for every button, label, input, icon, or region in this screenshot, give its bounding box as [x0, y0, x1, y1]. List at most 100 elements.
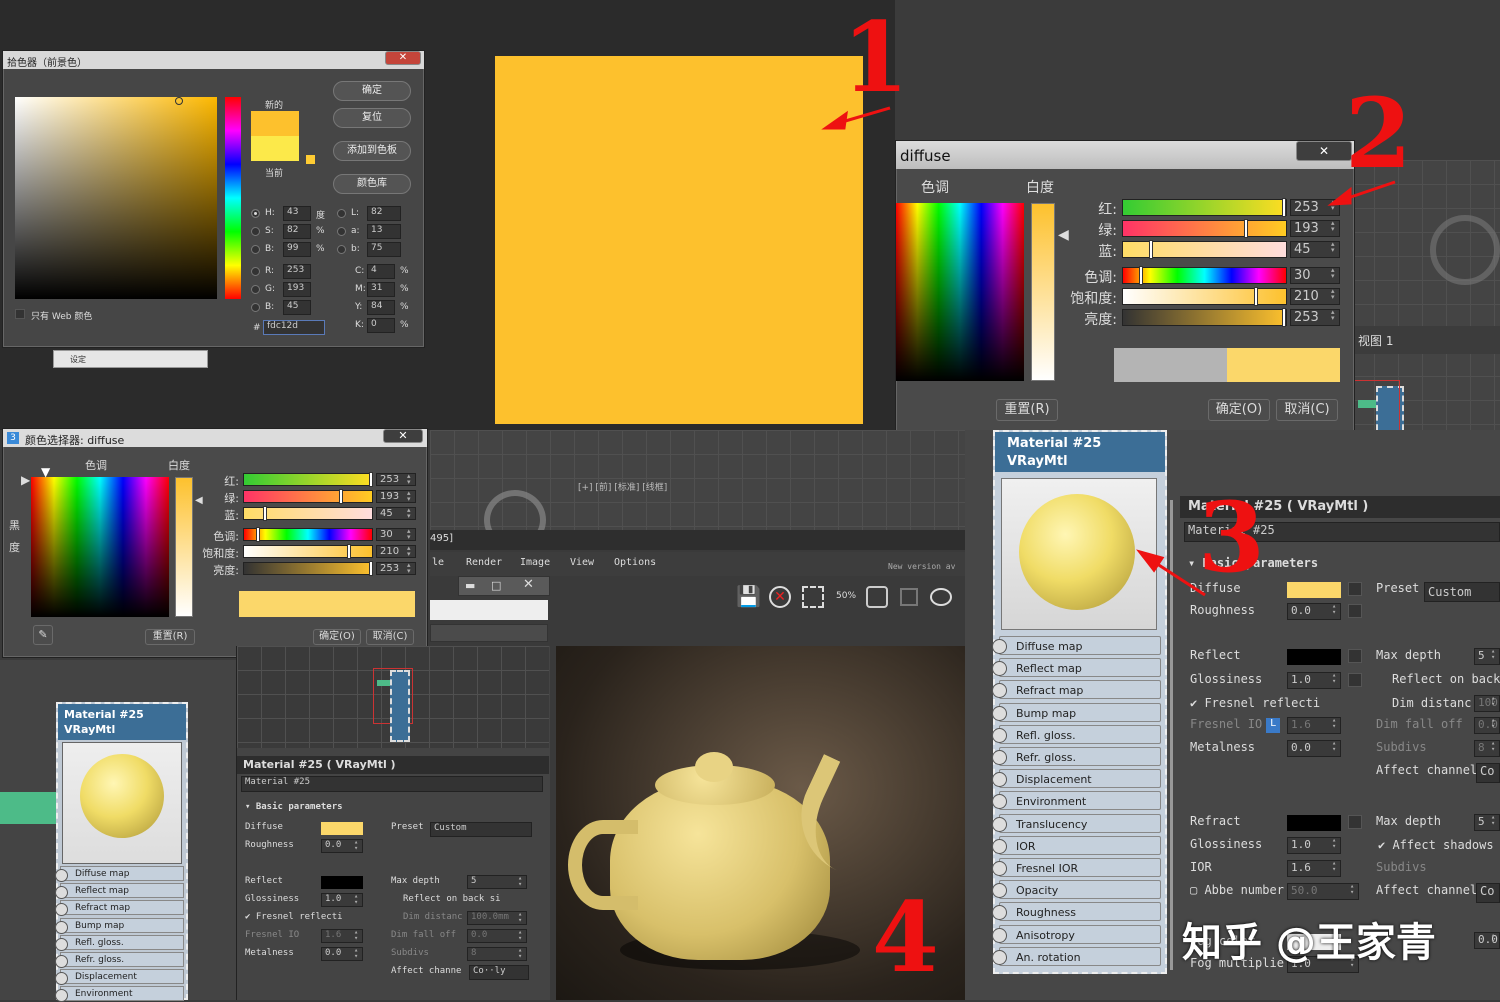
close-icon[interactable]: ✕: [383, 429, 423, 443]
blue-field[interactable]: 45: [283, 300, 311, 315]
slot-bump-map[interactable]: Bump map: [992, 702, 1161, 722]
slider-value-spinner[interactable]: 193: [1290, 220, 1340, 237]
slot-fresnel-ior[interactable]: Fresnel IOR: [992, 858, 1161, 877]
affect-shadows-label[interactable]: ✔ Affect shadows: [1378, 838, 1494, 852]
lab-b-radio[interactable]: [337, 245, 346, 254]
slot-refl-gloss[interactable]: Refl. gloss.: [992, 724, 1161, 744]
material-name-field[interactable]: Material #25: [241, 776, 543, 792]
menu-item-image[interactable]: Image: [520, 557, 550, 568]
diffuse-swatch[interactable]: [321, 822, 363, 835]
color-slider[interactable]: [243, 528, 373, 541]
slot-refract-map[interactable]: Refract map: [55, 900, 184, 917]
region-render-icon[interactable]: [802, 586, 824, 608]
a-field[interactable]: 13: [367, 224, 401, 239]
y-field[interactable]: 84: [367, 300, 395, 315]
slot-diffuse-map[interactable]: Diffuse map: [55, 866, 184, 882]
h-field[interactable]: 43: [283, 206, 311, 221]
color-slider[interactable]: [1122, 267, 1287, 284]
slot-environment[interactable]: Environment: [992, 791, 1161, 811]
slider-value-spinner[interactable]: 193: [376, 490, 416, 503]
slot-environment[interactable]: Environment: [55, 986, 184, 1002]
s-field[interactable]: 82: [283, 224, 311, 239]
glossiness-spinner[interactable]: 1.0: [1287, 672, 1341, 689]
whiteness-pointer[interactable]: ◀: [1058, 227, 1069, 243]
reflect-swatch[interactable]: [1287, 649, 1341, 665]
fresnel-checkbox-label[interactable]: ✔ Fresnel reflecti: [245, 912, 343, 922]
minimize-icon[interactable]: ▬: [465, 579, 475, 592]
maximize-icon[interactable]: □: [491, 579, 501, 592]
menu-item-render[interactable]: Render: [466, 557, 502, 568]
g-field[interactable]: 193: [283, 282, 311, 297]
slider-thumb[interactable]: [263, 506, 268, 521]
slot-ior[interactable]: IOR: [992, 835, 1161, 855]
close-icon[interactable]: ✕: [523, 577, 534, 592]
fresnel-lock-icon[interactable]: L: [1266, 718, 1280, 733]
color-slider[interactable]: [1122, 199, 1287, 216]
slider-thumb[interactable]: [1148, 240, 1153, 259]
abbe-spinner[interactable]: 50.0: [1287, 883, 1359, 900]
reset-button[interactable]: 重置(R): [996, 399, 1058, 421]
color-slider[interactable]: [1122, 288, 1287, 305]
slider-value-spinner[interactable]: 210: [376, 545, 416, 558]
slot-displacement[interactable]: Displacement: [55, 969, 184, 986]
g-radio[interactable]: [251, 285, 260, 294]
slider-value-spinner[interactable]: 253: [376, 562, 416, 575]
slot-refr-gloss[interactable]: Refr. gloss.: [55, 952, 184, 968]
metalness-spinner[interactable]: 0.0: [1287, 740, 1341, 757]
web-only-checkbox[interactable]: [15, 309, 25, 319]
fresnel-ior-spinner[interactable]: 1.6: [1287, 717, 1341, 734]
picker-cursor[interactable]: [175, 97, 183, 105]
slot-refr-gloss[interactable]: Refr. gloss.: [992, 747, 1161, 766]
whiteness-pointer[interactable]: ◀: [195, 495, 203, 506]
reset-button[interactable]: 复位: [333, 108, 411, 128]
slider-thumb[interactable]: [255, 527, 260, 542]
viewport-label[interactable]: [+] [前] [标准] [线框]: [578, 480, 667, 493]
slider-value-spinner[interactable]: 210: [1290, 288, 1340, 305]
slot-translucency[interactable]: Translucency: [992, 813, 1161, 833]
cancel-button[interactable]: 取消(C): [366, 629, 414, 645]
glossiness-map-button[interactable]: [1348, 673, 1362, 687]
color-library-button[interactable]: 颜色库: [333, 174, 411, 194]
refr-max-depth-spinner[interactable]: 5: [1474, 814, 1500, 831]
k-field[interactable]: 0: [367, 318, 395, 333]
slider-thumb[interactable]: [1254, 287, 1259, 306]
affect-channels-dropdown[interactable]: Co··ly: [469, 965, 529, 980]
ok-button[interactable]: 确定(O): [313, 629, 361, 645]
slot-displacement[interactable]: Displacement: [992, 769, 1161, 789]
close-icon[interactable]: ✕: [385, 51, 421, 65]
blue-radio[interactable]: [251, 303, 260, 312]
max-depth-spinner[interactable]: 5: [1474, 648, 1500, 665]
r-field[interactable]: 253: [283, 264, 311, 279]
slot-bump-map[interactable]: Bump map: [55, 917, 184, 934]
max-depth-spinner[interactable]: 5: [467, 875, 527, 889]
slider-thumb[interactable]: [1282, 198, 1287, 217]
b-field[interactable]: 99: [283, 242, 311, 257]
slider-thumb[interactable]: [1138, 266, 1143, 285]
affect-channels-dropdown[interactable]: Co: [1476, 763, 1500, 783]
slider-value-spinner[interactable]: 45: [376, 507, 416, 520]
hue-field[interactable]: [896, 203, 1024, 381]
color-slider[interactable]: [243, 562, 373, 575]
color-slider[interactable]: [1122, 309, 1287, 326]
refr-affect-dropdown[interactable]: Co: [1476, 883, 1500, 903]
dim-falloff-spinner[interactable]: 0.0: [1474, 717, 1500, 734]
c-field[interactable]: 4: [367, 264, 395, 279]
ok-button[interactable]: 确定(O): [1208, 399, 1270, 421]
slot-anisotropy[interactable]: Anisotropy: [992, 924, 1161, 944]
refract-swatch[interactable]: [1287, 815, 1341, 831]
slider-thumb[interactable]: [1244, 219, 1249, 238]
track-mouse-icon[interactable]: [866, 586, 888, 608]
slot-an-rotation[interactable]: An. rotation: [992, 946, 1161, 966]
dropdown-bar[interactable]: [430, 624, 548, 642]
subdivs-spinner[interactable]: 8: [467, 947, 527, 961]
render-icon[interactable]: [930, 588, 952, 606]
close-icon[interactable]: ✕: [1296, 141, 1352, 161]
subdivs-spinner[interactable]: 8: [1474, 740, 1500, 757]
ior-spinner[interactable]: 1.6: [1287, 860, 1341, 877]
slider-thumb[interactable]: [368, 472, 373, 487]
dim-distance-spinner[interactable]: 100: [1474, 695, 1500, 712]
fresnel-ior-spinner[interactable]: 1.6: [321, 929, 363, 943]
l-field[interactable]: 82: [367, 206, 401, 221]
websafe-warning-icon[interactable]: [306, 155, 315, 164]
add-to-swatches-button[interactable]: 添加到色板: [333, 141, 411, 161]
